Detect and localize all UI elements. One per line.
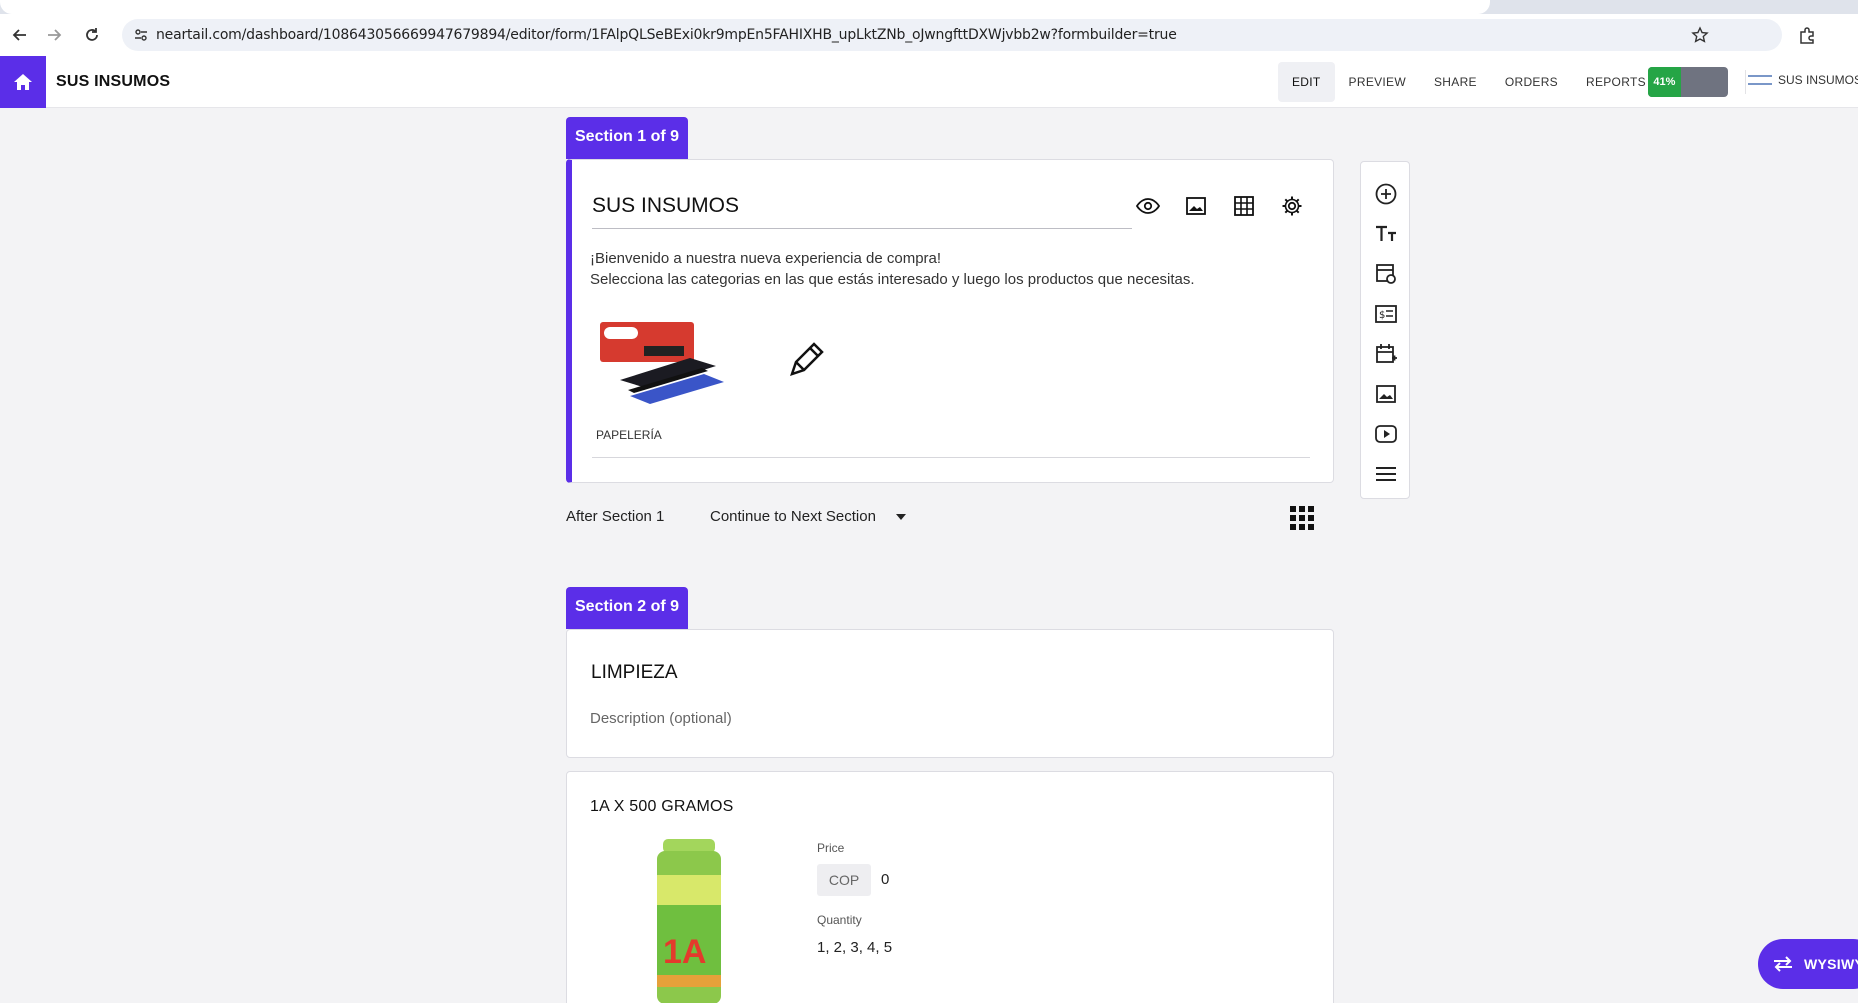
section-2-description[interactable]: Description (optional) [590,710,732,727]
papeleria-category-image[interactable] [600,314,726,415]
browser-tabstrip [0,0,1858,14]
reload-icon[interactable] [80,23,104,47]
quantity-label: Quantity [817,913,862,927]
chevron-down-icon [895,513,906,520]
add-section-icon[interactable] [1373,461,1399,487]
back-icon[interactable] [8,23,32,47]
after-section-select[interactable]: Continue to Next Section [710,508,906,525]
extensions-icon[interactable] [1795,23,1819,47]
product-title[interactable]: 1A X 500 GRAMOS [590,798,734,816]
image-icon[interactable] [1182,192,1210,220]
section-1-card[interactable]: SUS INSUMOS ¡Bienvenido a nuestra nueva … [566,159,1334,483]
description-line-1[interactable]: ¡Bienvenido a nuestra nueva experiencia … [590,250,941,267]
after-section-label: After Section 1 [566,508,665,525]
product-image[interactable]: 1A [653,839,725,1003]
forward-icon[interactable] [42,23,66,47]
app-title: SUS INSUMOS [56,73,171,90]
add-image-icon[interactable] [1373,381,1399,407]
nav-share[interactable]: SHARE [1420,62,1491,102]
browser-active-tab[interactable] [0,0,1490,14]
progress-fill: 41% [1648,67,1681,97]
add-catalog-icon[interactable] [1373,261,1399,287]
currency-box: COP [817,864,871,896]
visibility-eye-icon[interactable] [1134,192,1162,220]
description-line-2[interactable]: Selecciona las categorias en las que est… [590,271,1195,288]
section-1-title[interactable]: SUS INSUMOS [592,194,739,218]
price-value[interactable]: 0 [881,871,889,888]
settings-gear-icon[interactable] [1278,192,1306,220]
after-section-value: Continue to Next Section [710,508,876,525]
add-title-text-icon[interactable] [1373,221,1399,247]
nav-edit[interactable]: EDIT [1278,62,1335,102]
nav-orders[interactable]: ORDERS [1491,62,1572,102]
home-icon [14,74,32,90]
product-image-brand: 1A [663,933,706,971]
setup-progress-bar[interactable]: 41% [1648,67,1728,97]
url-text: neartail.com/dashboard/10864305666994767… [156,27,1177,43]
edit-pencil-icon[interactable] [784,338,828,382]
swap-arrows-icon [1774,956,1792,972]
site-settings-icon[interactable] [130,24,152,46]
browser-toolbar: neartail.com/dashboard/10864305666994767… [0,14,1858,56]
nav-preview[interactable]: PREVIEW [1335,62,1420,102]
grid-table-icon[interactable] [1230,192,1258,220]
section-2-tab: Section 2 of 9 [566,587,689,629]
card-divider [592,457,1310,458]
quantity-options[interactable]: 1, 2, 3, 4, 5 [817,939,892,956]
add-video-icon[interactable] [1373,421,1399,447]
svg-text:$: $ [1379,310,1385,321]
home-button[interactable] [0,56,46,108]
reorder-grid-icon[interactable] [1290,506,1314,530]
section-2-card[interactable]: LIMPIEZA Description (optional) [566,629,1334,758]
wysiwyg-label: WYSIWYG [1804,956,1858,972]
app-header: SUS INSUMOS EDIT PREVIEW SHARE ORDERS RE… [0,56,1858,108]
brand-name: SUS INSUMOS [1778,73,1858,87]
address-bar[interactable]: neartail.com/dashboard/10864305666994767… [122,19,1782,51]
category-label: PAPELERÍA [596,428,662,442]
header-divider [1745,70,1746,94]
wysiwyg-toggle-button[interactable]: WYSIWYG [1758,939,1858,989]
side-toolbar: $ [1360,161,1410,499]
section-2-title[interactable]: LIMPIEZA [591,662,678,684]
brand-logo-icon [1748,75,1772,85]
price-label: Price [817,841,845,855]
top-nav: EDIT PREVIEW SHARE ORDERS REPORTS [1278,62,1660,102]
bookmark-star-icon[interactable] [1690,25,1710,45]
product-card[interactable]: 1A X 500 GRAMOS 1A Price COP 0 Quantity … [566,771,1334,1003]
nav-reports[interactable]: REPORTS [1572,62,1660,102]
add-question-icon[interactable] [1373,181,1399,207]
section-1-tab: Section 1 of 9 [566,117,689,159]
account-brand[interactable]: SUS INSUMOS [1748,73,1858,87]
add-date-icon[interactable] [1373,341,1399,367]
add-price-icon[interactable]: $ [1373,301,1399,327]
title-underline [592,228,1132,229]
